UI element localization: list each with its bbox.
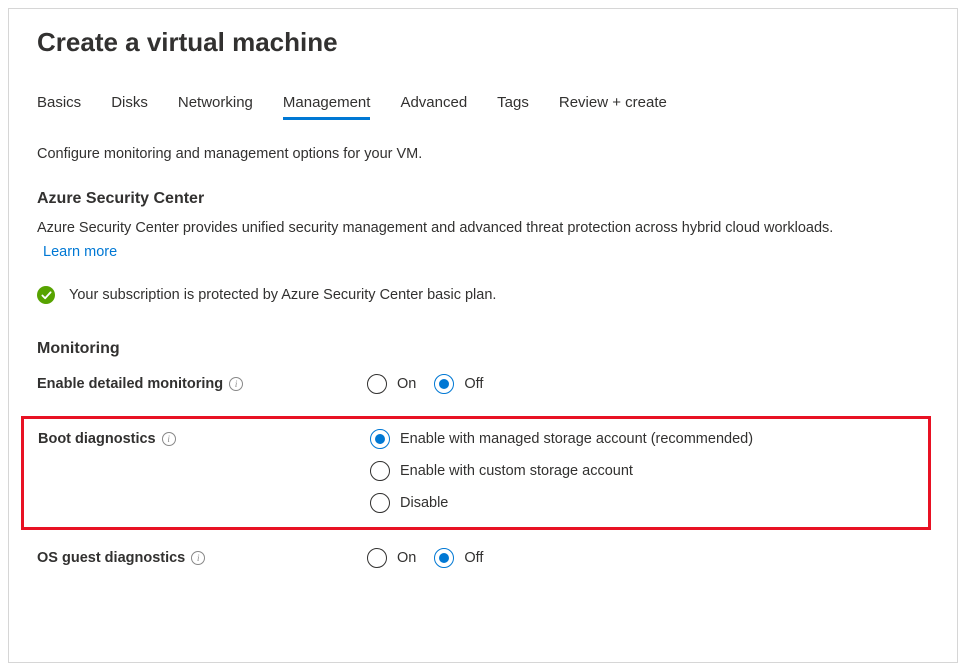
info-icon[interactable]: i (191, 551, 205, 565)
boot-diagnostics-radio-group: Enable with managed storage account (rec… (370, 429, 753, 513)
radio-label: On (397, 550, 416, 566)
radio-icon (370, 429, 390, 449)
detailed-monitoring-label: Enable detailed monitoring (37, 376, 223, 392)
security-center-title: Azure Security Center (37, 190, 929, 208)
security-status-text: Your subscription is protected by Azure … (69, 287, 496, 303)
tab-disks[interactable]: Disks (111, 94, 148, 120)
tab-description: Configure monitoring and management opti… (37, 146, 929, 162)
security-center-text: Azure Security Center provides unified s… (37, 218, 929, 239)
guest-diagnostics-row: OS guest diagnostics i On Off (37, 548, 929, 568)
tab-advanced[interactable]: Advanced (400, 94, 467, 120)
security-learn-more-link[interactable]: Learn more (43, 244, 117, 260)
radio-label: Disable (400, 495, 448, 511)
guest-diagnostics-label: OS guest diagnostics (37, 550, 185, 566)
guest-diagnostics-radio-on[interactable]: On (367, 548, 416, 568)
tab-review-create[interactable]: Review + create (559, 94, 667, 120)
tab-basics[interactable]: Basics (37, 94, 81, 120)
radio-icon (434, 548, 454, 568)
detailed-monitoring-radio-off[interactable]: Off (434, 374, 483, 394)
create-vm-page: Create a virtual machine Basics Disks Ne… (8, 8, 958, 663)
detailed-monitoring-radio-group: On Off (367, 374, 483, 394)
radio-label: Off (464, 550, 483, 566)
boot-diagnostics-row: Boot diagnostics i Enable with managed s… (38, 429, 914, 513)
tab-tags[interactable]: Tags (497, 94, 529, 120)
radio-icon (367, 374, 387, 394)
radio-label: Off (464, 376, 483, 392)
radio-icon (367, 548, 387, 568)
boot-diagnostics-label: Boot diagnostics (38, 431, 156, 447)
monitoring-title: Monitoring (37, 340, 929, 358)
boot-diagnostics-radio-managed[interactable]: Enable with managed storage account (rec… (370, 429, 753, 449)
security-status-row: Your subscription is protected by Azure … (37, 286, 929, 304)
boot-diagnostics-radio-custom[interactable]: Enable with custom storage account (370, 461, 753, 481)
page-title: Create a virtual machine (37, 27, 929, 58)
tabs: Basics Disks Networking Management Advan… (37, 94, 929, 120)
radio-label: On (397, 376, 416, 392)
info-icon[interactable]: i (229, 377, 243, 391)
radio-icon (370, 493, 390, 513)
tab-management[interactable]: Management (283, 94, 371, 120)
radio-label: Enable with managed storage account (rec… (400, 431, 753, 447)
check-circle-icon (37, 286, 55, 304)
radio-label: Enable with custom storage account (400, 463, 633, 479)
boot-diagnostics-highlight: Boot diagnostics i Enable with managed s… (21, 416, 931, 530)
boot-diagnostics-radio-disable[interactable]: Disable (370, 493, 753, 513)
radio-icon (370, 461, 390, 481)
detailed-monitoring-row: Enable detailed monitoring i On Off (37, 374, 929, 394)
detailed-monitoring-radio-on[interactable]: On (367, 374, 416, 394)
tab-networking[interactable]: Networking (178, 94, 253, 120)
guest-diagnostics-radio-off[interactable]: Off (434, 548, 483, 568)
radio-icon (434, 374, 454, 394)
guest-diagnostics-radio-group: On Off (367, 548, 483, 568)
info-icon[interactable]: i (162, 432, 176, 446)
